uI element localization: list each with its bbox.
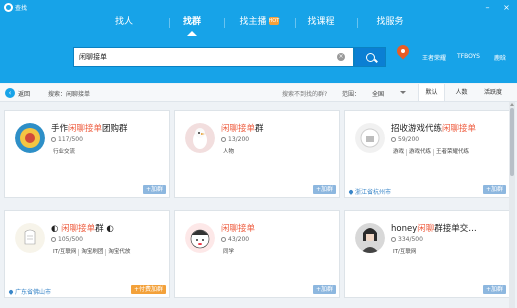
member-count: 13/200 <box>221 136 249 143</box>
group-card[interactable]: honey闲聊群接单交… 334/500 IT/互联网 +加群 <box>344 210 510 298</box>
group-card[interactable]: 招收游戏代练闲聊接单 59/200 游戏 游戏代练 王者荣耀代练 浙江省杭州市 +加… <box>344 110 510 198</box>
tab-divider <box>295 18 296 28</box>
group-tags: IT/互联网 <box>391 247 507 256</box>
group-tags: IT/互联网 淘宝刷团 淘宝代放 <box>51 247 167 256</box>
group-card[interactable]: 手作闲聊接单团购群 117/500 行业交流 +加群 <box>4 110 170 198</box>
user-icon <box>221 237 226 242</box>
tab-find-group[interactable]: 找群 <box>174 13 210 36</box>
location-pin-icon[interactable] <box>394 44 412 66</box>
group-tags: 同学 <box>221 247 337 256</box>
hot-badge-icon: HOT <box>268 17 280 25</box>
group-avatar <box>185 123 215 153</box>
back-button[interactable]: 返回 <box>18 89 30 98</box>
help-link[interactable]: 搜索不到找的群? <box>282 89 327 98</box>
tab-divider <box>224 18 225 28</box>
search-query-label: 搜索：闲聊接单 <box>48 91 91 98</box>
member-count: 43/200 <box>221 236 249 243</box>
group-tags: 游戏 游戏代练 王者荣耀代练 <box>391 147 507 156</box>
location-pin-icon <box>348 189 354 195</box>
location-pin-icon <box>8 289 14 295</box>
member-count: 334/500 <box>391 236 423 243</box>
search-bar: × <box>73 47 386 67</box>
window-title: 查找 <box>15 5 28 12</box>
paid-join-group-button[interactable]: +付费加群 <box>130 285 166 294</box>
join-group-button[interactable]: +加群 <box>312 285 336 294</box>
join-group-button[interactable]: +加群 <box>482 185 506 194</box>
scroll-up-icon[interactable] <box>510 102 514 106</box>
tab-find-course[interactable]: 找课程 <box>300 13 342 35</box>
user-icon <box>51 237 56 242</box>
tag: IT/互联网 <box>393 249 417 255</box>
group-tags: 人物 <box>221 147 337 156</box>
hot-word-link[interactable]: 鹿晗 <box>494 53 506 62</box>
member-count: 105/500 <box>51 236 83 243</box>
minimize-button[interactable]: – <box>482 2 493 13</box>
clear-search-icon[interactable]: × <box>337 53 345 61</box>
tag: 王者荣耀代练 <box>436 149 470 155</box>
tab-find-service[interactable]: 找服务 <box>369 13 411 35</box>
tab-bar: 找人 找群 找主播 HOT 找课程 找服务 <box>0 13 517 36</box>
sort-activity-button[interactable]: 活跃度 <box>478 84 508 101</box>
tag: 行业交流 <box>53 149 76 155</box>
group-tags: 行业交流 <box>51 147 167 156</box>
vertical-scrollbar[interactable] <box>509 102 515 308</box>
group-location: 广东省佛山市 <box>8 287 51 296</box>
group-avatar <box>355 123 385 153</box>
tag: 游戏 <box>391 149 408 156</box>
tag: 游戏代练 <box>407 149 435 156</box>
search-input[interactable] <box>73 47 354 67</box>
filter-bar: ‹ 返回 搜索：闲聊接单 搜索不到找的群? 范围： 全国 默认 人数 活跃度 <box>0 84 517 102</box>
group-location: 浙江省杭州市 <box>348 187 391 196</box>
tab-find-streamer[interactable]: 找主播 HOT <box>231 13 287 35</box>
search-button[interactable] <box>354 47 386 67</box>
member-count: 117/500 <box>51 136 83 143</box>
group-name[interactable]: ◐ 闲聊接单群 ◐ <box>51 222 114 234</box>
tag: 人物 <box>223 149 235 155</box>
user-icon <box>391 237 396 242</box>
hot-word-link[interactable]: TFBOYS <box>457 53 480 60</box>
group-avatar <box>185 223 215 253</box>
tag: 淘宝刷团 <box>79 249 107 256</box>
back-arrow-icon[interactable]: ‹ <box>5 88 15 98</box>
range-label: 范围： <box>342 91 361 98</box>
group-card[interactable]: ◐ 闲聊接单群 ◐ 105/500 IT/互联网 淘宝刷团 淘宝代放 广东省佛山市 … <box>4 210 170 298</box>
tab-find-people[interactable]: 找人 <box>106 13 142 35</box>
group-name[interactable]: honey闲聊群接单交… <box>391 222 477 234</box>
group-name[interactable]: 闲聊接单群 <box>221 122 264 134</box>
qq-logo-icon <box>4 3 13 12</box>
tab-divider <box>169 18 170 28</box>
member-count: 59/200 <box>391 136 419 143</box>
top-header: 查找 – × 找人 找群 找主播HOT 找课程 找服务 × 王者荣耀 TFBOY… <box>0 0 517 83</box>
user-icon <box>221 137 226 142</box>
group-name[interactable]: 手作闲聊接单团购群 <box>51 122 128 134</box>
group-name[interactable]: 招收游戏代练闲聊接单 <box>391 122 476 134</box>
join-group-button[interactable]: +加群 <box>312 185 336 194</box>
chevron-down-icon[interactable] <box>400 91 406 94</box>
tab-divider <box>357 18 358 28</box>
sort-default-button[interactable]: 默认 <box>418 84 445 101</box>
group-card[interactable]: 闲聊接单 43/200 同学 +加群 <box>174 210 340 298</box>
hot-word-link[interactable]: 王者荣耀 <box>422 53 446 62</box>
tag: 淘宝代放 <box>108 249 131 255</box>
group-card[interactable]: 闲聊接单群 13/200 人物 +加群 <box>174 110 340 198</box>
group-avatar <box>15 223 45 253</box>
user-icon <box>391 137 396 142</box>
tag: 同学 <box>223 249 235 255</box>
join-group-button[interactable]: +加群 <box>482 285 506 294</box>
tag: IT/互联网 <box>51 249 80 256</box>
range-select[interactable]: 全国 <box>372 89 384 98</box>
sort-members-button[interactable]: 人数 <box>448 84 475 101</box>
group-avatar <box>355 223 385 253</box>
group-avatar <box>15 123 45 153</box>
user-icon <box>51 137 56 142</box>
scrollbar-thumb[interactable] <box>510 108 514 176</box>
join-group-button[interactable]: +加群 <box>142 185 166 194</box>
group-name[interactable]: 闲聊接单 <box>221 222 255 234</box>
close-button[interactable]: × <box>501 2 512 13</box>
